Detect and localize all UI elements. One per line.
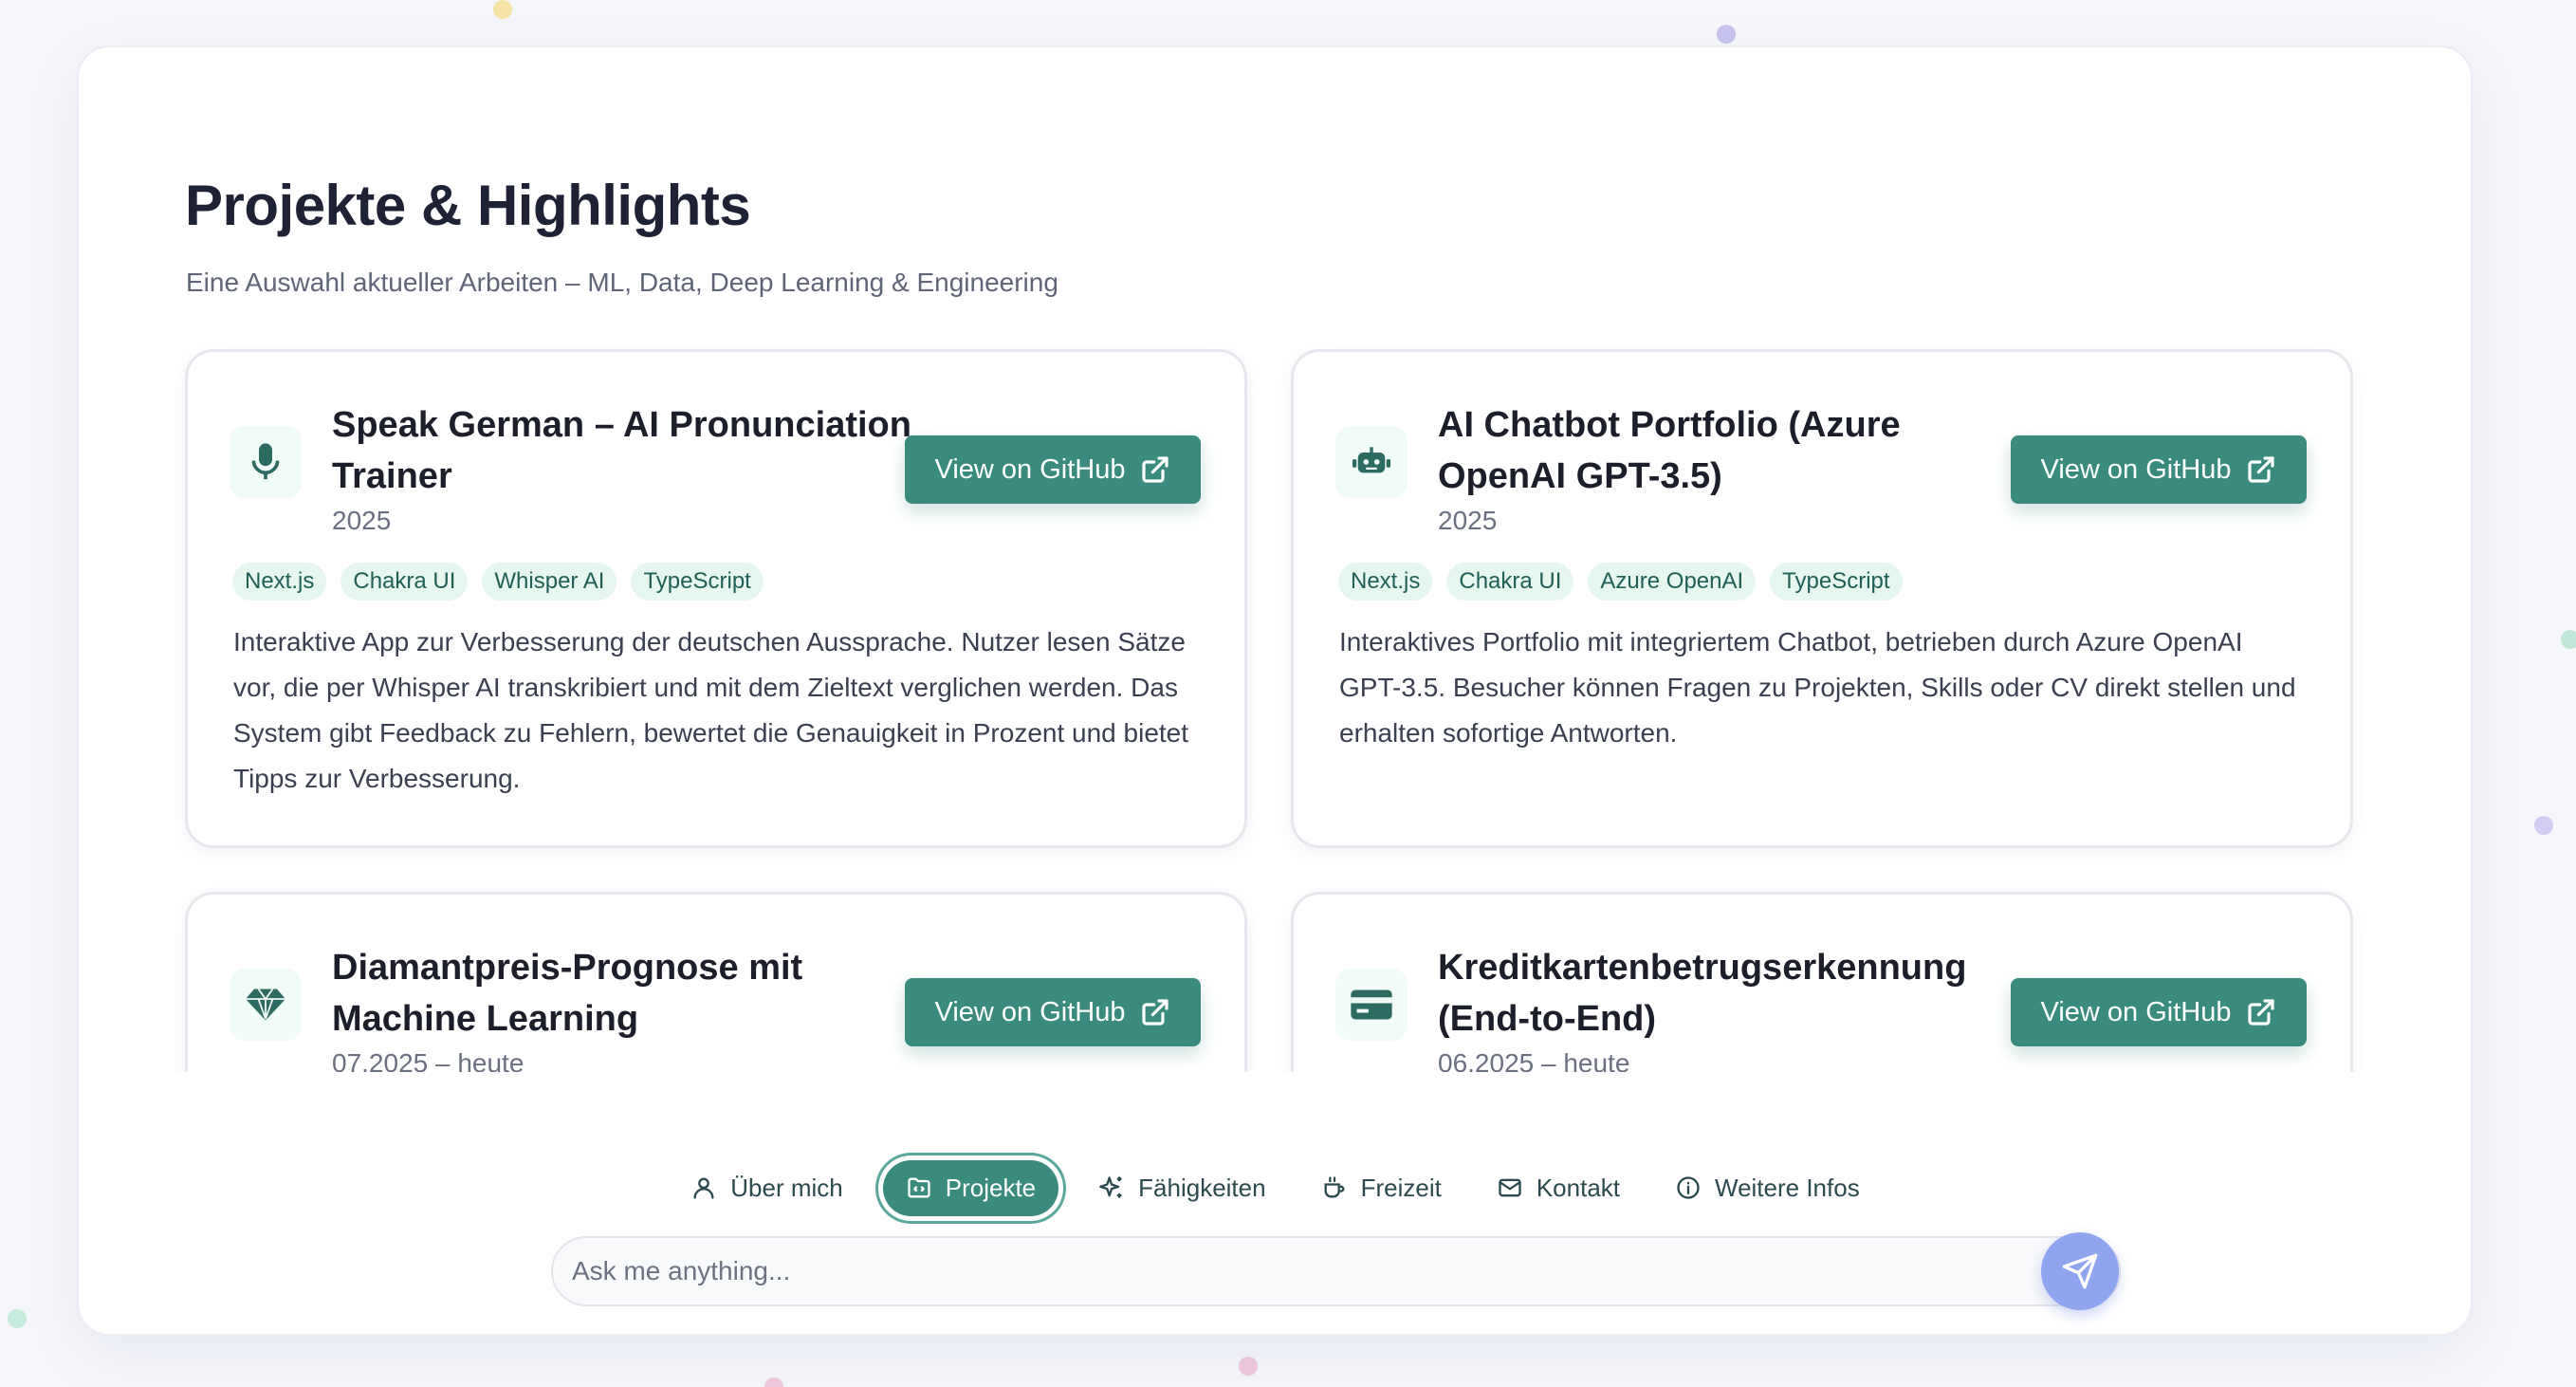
chat-box — [551, 1232, 2121, 1310]
tech-tag: Chakra UI — [340, 563, 469, 601]
projects-scroll-area[interactable]: Projekte & Highlights Eine Auswahl aktue… — [79, 47, 2471, 1072]
button-label: View on GitHub — [2040, 453, 2232, 485]
nav-item-skills[interactable]: Fähigkeiten — [1083, 1160, 1280, 1216]
project-title: Kreditkartenbetrugserkennung (End-to-End… — [1438, 948, 1967, 1039]
decorative-dot — [2534, 816, 2553, 835]
nav-label: Weitere Infos — [1715, 1173, 1860, 1202]
nav-label: Kontakt — [1536, 1173, 1620, 1202]
tech-tag: Chakra UI — [1446, 563, 1574, 601]
tech-tag: Whisper AI — [482, 563, 617, 601]
external-link-icon — [1142, 999, 1169, 1026]
nav-item-projects[interactable]: Projekte — [882, 1159, 1059, 1216]
project-title: AI Chatbot Portfolio (Azure OpenAI GPT-3… — [1438, 405, 1901, 496]
mail-icon — [1499, 1178, 1521, 1197]
page-subtitle: Eine Auswahl aktueller Arbeiten – ML, Da… — [186, 268, 1058, 297]
send-button[interactable] — [2041, 1232, 2119, 1310]
nav-item-about[interactable]: Über mich — [675, 1160, 857, 1216]
decorative-dot — [1717, 25, 1736, 44]
project-date: 2025 — [332, 506, 392, 535]
view-on-github-button[interactable]: View on GitHub — [905, 435, 1201, 504]
button-label: View on GitHub — [2040, 996, 2232, 1027]
coffee-icon — [1324, 1176, 1345, 1198]
decorative-dot — [1239, 1357, 1258, 1376]
decorative-dot — [2561, 630, 2576, 649]
chat-input[interactable] — [572, 1238, 1995, 1304]
robot-icon — [1335, 426, 1408, 498]
tech-tag: Next.js — [232, 563, 327, 601]
nav-item-more-info[interactable]: Weitere Infos — [1660, 1160, 1875, 1216]
section-nav: Über mich Projekte Fähigkeiten Freizeit … — [138, 1155, 2412, 1221]
nav-item-leisure[interactable]: Freizeit — [1306, 1160, 1457, 1216]
credit-card-icon — [1335, 969, 1408, 1041]
tech-tag: Azure OpenAI — [1588, 563, 1757, 601]
button-label: View on GitHub — [934, 996, 1126, 1027]
decorative-dot — [8, 1309, 27, 1328]
project-card-credit-card-fraud: Kreditkartenbetrugserkennung (End-to-End… — [1291, 892, 2353, 1072]
external-link-icon — [1142, 456, 1169, 483]
view-on-github-button[interactable]: View on GitHub — [2011, 978, 2307, 1046]
tech-tag: Next.js — [1338, 563, 1433, 601]
project-date: 07.2025 – heute — [332, 1048, 524, 1072]
nav-label: Fähigkeiten — [1138, 1173, 1266, 1202]
project-card-ai-chatbot: AI Chatbot Portfolio (Azure OpenAI GPT-3… — [1291, 349, 2353, 848]
project-date: 2025 — [1438, 506, 1498, 535]
nav-label: Projekte — [945, 1173, 1037, 1202]
tech-tag: TypeScript — [1770, 563, 1903, 601]
nav-label: Über mich — [730, 1173, 843, 1202]
folder-code-icon — [908, 1177, 930, 1198]
project-title: Diamantpreis-Prognose mit Machine Learni… — [332, 948, 803, 1039]
nav-label: Freizeit — [1360, 1173, 1442, 1202]
decorative-dot — [764, 1378, 783, 1387]
tech-tag: TypeScript — [631, 563, 764, 601]
view-on-github-button[interactable]: View on GitHub — [2011, 435, 2307, 504]
info-icon — [1677, 1176, 1700, 1199]
user-icon — [693, 1177, 714, 1199]
view-on-github-button[interactable]: View on GitHub — [905, 978, 1201, 1046]
sparkles-icon — [1099, 1176, 1122, 1198]
microphone-icon — [230, 426, 302, 498]
project-title: Speak German – AI Pronunciation Trainer — [332, 405, 911, 496]
send-icon — [2062, 1253, 2098, 1289]
project-description: Interaktive App zur Verbesserung der deu… — [233, 627, 1189, 793]
tech-tags: Next.js Chakra UI Whisper AI TypeScript — [232, 563, 764, 601]
external-link-icon — [2248, 456, 2275, 483]
project-description: Interaktives Portfolio mit integriertem … — [1339, 627, 2296, 748]
decorative-dot — [493, 0, 512, 19]
main-panel: Projekte & Highlights Eine Auswahl aktue… — [77, 46, 2473, 1336]
bottom-bar: Über mich Projekte Fähigkeiten Freizeit … — [138, 1115, 2412, 1328]
button-label: View on GitHub — [934, 453, 1126, 485]
tech-tags: Next.js Chakra UI Azure OpenAI TypeScrip… — [1338, 563, 1903, 601]
project-date: 06.2025 – heute — [1438, 1048, 1630, 1072]
nav-item-contact[interactable]: Kontakt — [1481, 1160, 1635, 1216]
diamond-icon — [230, 969, 302, 1041]
external-link-icon — [2248, 999, 2275, 1026]
project-card-pronunciation-trainer: Speak German – AI Pronunciation Trainer … — [185, 349, 1247, 848]
project-card-diamond-price: Diamantpreis-Prognose mit Machine Learni… — [185, 892, 1247, 1072]
page-title: Projekte & Highlights — [185, 174, 751, 237]
